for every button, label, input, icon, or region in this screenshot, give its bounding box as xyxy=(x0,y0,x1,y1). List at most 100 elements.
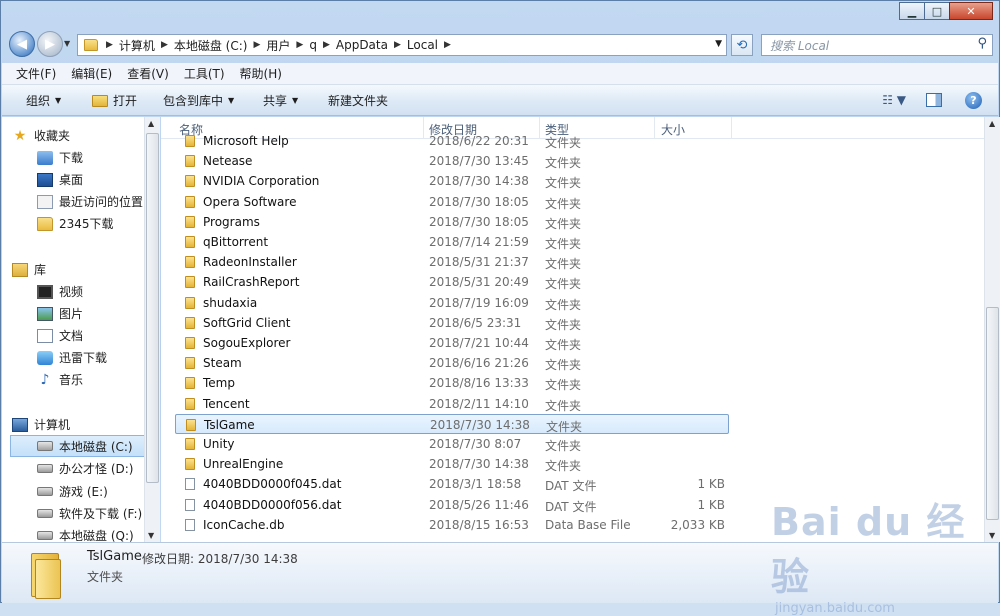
file-row[interactable]: 4040BDD0000f056.dat 2018/5/26 11:46 DAT 文件… xyxy=(175,495,729,515)
file-name: UnrealEngine xyxy=(203,457,284,472)
chevron-right-icon[interactable]: ▶ xyxy=(106,40,113,50)
sidebar-item-label: 图片 xyxy=(59,307,84,321)
sidebar-item-recent-places[interactable]: 最近访问的位置 xyxy=(37,193,143,210)
file-row[interactable]: TslGame 2018/7/30 14:38 文件夹 xyxy=(175,413,729,434)
file-modified-date: 2018/3/1 18:58 xyxy=(429,477,522,492)
menu-tools[interactable]: 工具(T) xyxy=(184,65,225,82)
scroll-down-icon[interactable]: ▼ xyxy=(148,531,154,540)
sidebar-item-documents[interactable]: 文档 xyxy=(37,327,83,344)
view-options-icon[interactable]: ☷ ▼ xyxy=(882,93,906,107)
file-modified-date: 2018/7/30 18:05 xyxy=(429,194,529,209)
scrollbar-thumb[interactable] xyxy=(146,133,159,483)
refresh-button[interactable]: ⟲ xyxy=(731,34,753,56)
file-row[interactable]: SogouExplorer 2018/7/21 10:44 文件夹 xyxy=(175,333,729,353)
scroll-up-icon[interactable]: ▲ xyxy=(148,119,154,128)
menu-edit[interactable]: 编辑(E) xyxy=(71,65,112,82)
organize-button[interactable]: 组织 ▼ xyxy=(26,92,61,109)
file-name: TslGame xyxy=(204,417,255,432)
chevron-right-icon[interactable]: ▶ xyxy=(394,40,401,50)
breadcrumb-appdata[interactable]: AppData xyxy=(336,38,388,52)
file-row[interactable]: Programs 2018/7/30 18:05 文件夹 xyxy=(175,212,729,232)
sidebar-item-drive-q[interactable]: 本地磁盘 (Q:) xyxy=(37,527,134,542)
breadcrumb-computer[interactable]: 计算机 xyxy=(119,37,155,54)
sidebar-item-music[interactable]: ♪ 音乐 xyxy=(37,371,83,388)
sidebar-item-2345-downloads[interactable]: 2345下载 xyxy=(37,215,114,232)
sidebar-item-drive-c[interactable]: 本地磁盘 (C:) xyxy=(10,435,146,457)
file-row[interactable]: Opera Software 2018/7/30 18:05 文件夹 xyxy=(175,192,729,212)
maximize-button[interactable]: □ xyxy=(924,2,950,20)
sidebar-item-drive-e[interactable]: 游戏 (E:) xyxy=(37,483,108,500)
breadcrumb-users[interactable]: 用户 xyxy=(266,37,290,54)
file-modified-date: 2018/2/11 14:10 xyxy=(429,396,529,411)
address-bar[interactable]: ▶ 计算机 ▶ 本地磁盘 (C:) ▶ 用户 ▶ q ▶ AppData ▶ L… xyxy=(77,34,727,56)
file-row[interactable]: Unity 2018/7/30 8:07 文件夹 xyxy=(175,434,729,454)
help-icon[interactable]: ? xyxy=(965,92,982,109)
favorites-group[interactable]: ★ 收藏夹 xyxy=(12,127,70,144)
libraries-group[interactable]: 库 xyxy=(12,261,46,278)
menu-help[interactable]: 帮助(H) xyxy=(240,65,282,82)
file-row[interactable]: Tencent 2018/2/11 14:10 文件夹 xyxy=(175,394,729,414)
sidebar-item-drive-d[interactable]: 办公才怪 (D:) xyxy=(37,460,133,477)
chevron-right-icon[interactable]: ▶ xyxy=(253,40,260,50)
chevron-right-icon[interactable]: ▶ xyxy=(323,40,330,50)
file-row[interactable]: UnrealEngine 2018/7/30 14:38 文件夹 xyxy=(175,454,729,474)
breadcrumb-user-q[interactable]: q xyxy=(309,38,317,52)
menu-file[interactable]: 文件(F) xyxy=(16,65,56,82)
open-label: 打开 xyxy=(113,94,138,108)
preview-pane-icon[interactable] xyxy=(926,93,942,107)
file-row[interactable]: shudaxia 2018/7/19 16:09 文件夹 xyxy=(175,293,729,313)
file-row[interactable]: Temp 2018/8/16 13:33 文件夹 xyxy=(175,373,729,393)
breadcrumb-c-drive[interactable]: 本地磁盘 (C:) xyxy=(174,37,248,54)
new-folder-button[interactable]: 新建文件夹 xyxy=(328,92,388,109)
chevron-right-icon[interactable]: ▶ xyxy=(161,40,168,50)
file-row[interactable]: NVIDIA Corporation 2018/7/30 14:38 文件夹 xyxy=(175,171,729,191)
close-button[interactable]: ✕ xyxy=(949,2,993,20)
scrollbar-thumb[interactable] xyxy=(986,307,999,520)
file-row[interactable]: qBittorrent 2018/7/14 21:59 文件夹 xyxy=(175,232,729,252)
file-row[interactable]: 4040BDD0000f045.dat 2018/3/1 18:58 DAT 文件 1… xyxy=(175,474,729,494)
forward-button[interactable]: ▶ xyxy=(37,31,63,57)
file-row[interactable]: RailCrashReport 2018/5/31 20:49 文件夹 xyxy=(175,272,729,292)
recent-pages-dropdown-icon[interactable]: ▼ xyxy=(64,39,70,48)
back-button[interactable]: ◀ xyxy=(9,31,35,57)
chevron-right-icon[interactable]: ▶ xyxy=(296,40,303,50)
file-list-scrollbar[interactable]: ▲ ▼ xyxy=(984,117,1000,542)
sidebar-item-drive-f[interactable]: 软件及下载 (F:) xyxy=(37,505,142,522)
sidebar-item-pictures[interactable]: 图片 xyxy=(37,305,83,322)
scroll-down-icon[interactable]: ▼ xyxy=(989,531,995,540)
file-modified-date: 2018/7/19 16:09 xyxy=(429,295,529,310)
menu-view[interactable]: 查看(V) xyxy=(127,65,169,82)
sidebar-item-desktop[interactable]: 桌面 xyxy=(37,171,83,188)
file-row[interactable]: RadeonInstaller 2018/5/31 21:37 文件夹 xyxy=(175,252,729,272)
breadcrumb-local[interactable]: Local xyxy=(407,38,438,52)
file-modified-date: 2018/8/15 16:53 xyxy=(429,517,529,532)
sidebar-item-videos[interactable]: 视频 xyxy=(37,283,83,300)
file-row[interactable]: Microsoft Help 2018/6/22 20:31 文件夹 xyxy=(175,131,729,151)
share-button[interactable]: 共享 ▼ xyxy=(263,92,298,109)
file-row[interactable]: Steam 2018/6/16 21:26 文件夹 xyxy=(175,353,729,373)
file-modified-date: 2018/6/16 21:26 xyxy=(429,356,529,371)
search-input[interactable]: 搜索 Local ⚲ xyxy=(761,34,993,56)
file-size: 1 KB xyxy=(697,497,725,512)
file-row[interactable]: SoftGrid Client 2018/6/5 23:31 文件夹 xyxy=(175,313,729,333)
organize-label: 组织 xyxy=(26,94,51,108)
open-button[interactable]: 打开 xyxy=(92,92,137,109)
large-folder-icon xyxy=(27,551,63,599)
file-row[interactable]: Netease 2018/7/30 13:45 文件夹 xyxy=(175,151,729,171)
navigation-scrollbar[interactable]: ▲ ▼ xyxy=(144,117,160,542)
computer-group[interactable]: 计算机 xyxy=(12,416,70,433)
include-in-library-button[interactable]: 包含到库中 ▼ xyxy=(163,92,234,109)
scroll-up-icon[interactable]: ▲ xyxy=(989,119,995,128)
file-row[interactable]: IconCache.db 2018/8/15 16:53 Data Base Fil… xyxy=(175,515,729,535)
file-name: Temp xyxy=(203,376,235,391)
sidebar-item-thunder-downloads[interactable]: 迅雷下载 xyxy=(37,349,107,366)
include-in-library-label: 包含到库中 xyxy=(163,94,224,108)
folder-icon xyxy=(185,337,195,349)
minimize-button[interactable]: ▁ xyxy=(899,2,925,20)
address-dropdown-icon[interactable]: ▼ xyxy=(715,39,722,49)
column-divider[interactable] xyxy=(731,117,732,139)
search-icon[interactable]: ⚲ xyxy=(977,36,987,51)
star-icon: ★ xyxy=(13,127,27,144)
sidebar-item-downloads[interactable]: 下载 xyxy=(37,149,83,166)
chevron-right-icon[interactable]: ▶ xyxy=(444,40,451,50)
